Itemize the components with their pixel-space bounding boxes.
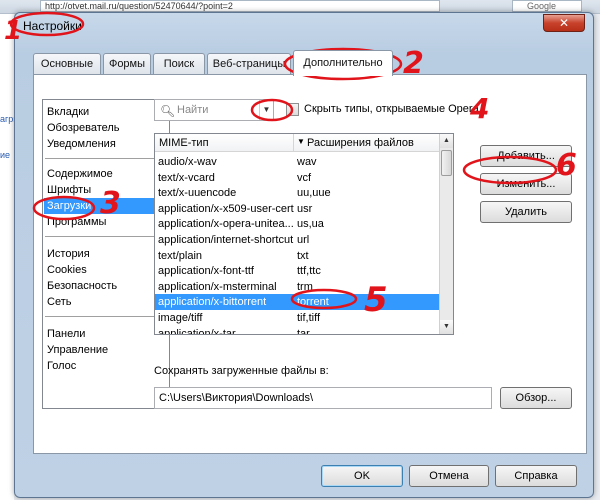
- download-path-input[interactable]: C:\Users\Виктория\Downloads\: [154, 387, 492, 409]
- ok-button[interactable]: OK: [321, 465, 403, 487]
- mime-type-cell: application/x-bittorrent: [158, 296, 267, 309]
- table-row[interactable]: application/internet-shortcut url: [155, 232, 441, 248]
- mime-type-table[interactable]: MIME-тип Расширения файлов ▼ audio/x-wav…: [154, 133, 454, 335]
- annotation-number-6: 6: [556, 148, 577, 183]
- sidebar-item-fonts[interactable]: Шрифты: [47, 182, 91, 198]
- tab-advanced[interactable]: Дополнительно: [293, 50, 393, 76]
- help-button[interactable]: Справка: [495, 465, 577, 487]
- hide-types-checkbox[interactable]: [286, 103, 299, 116]
- table-row[interactable]: application/x-bittorrent torrent: [155, 294, 441, 311]
- mime-type-cell: text/plain: [158, 249, 203, 262]
- sidebar-divider: [45, 236, 167, 237]
- sidebar-item-security[interactable]: Безопасность: [47, 278, 117, 294]
- tab-general[interactable]: Основные: [33, 53, 101, 75]
- chevron-down-icon[interactable]: ▼: [259, 100, 273, 120]
- sidebar-item-notifications[interactable]: Уведомления: [47, 136, 116, 152]
- browser-search-box[interactable]: Google: [512, 0, 582, 12]
- extension-cell: uu,uue: [297, 187, 331, 200]
- annotation-number-3: 3: [100, 186, 121, 221]
- settings-dialog: Настройки ✕ Основные Формы Поиск Веб-стр…: [14, 12, 594, 498]
- mime-search-field[interactable]: 🔍︎ Найти ▼: [154, 99, 274, 121]
- window-title: Настройки: [23, 19, 82, 33]
- sidebar-item-history[interactable]: История: [47, 246, 90, 262]
- annotation-number-1: 1: [4, 16, 23, 46]
- mime-type-cell: audio/x-wav: [158, 156, 217, 168]
- sidebar-divider: [45, 316, 167, 317]
- extension-cell: txt: [297, 249, 309, 262]
- table-row[interactable]: audio/x-wav wav: [155, 154, 441, 170]
- extension-cell: tif,tiff: [297, 312, 321, 324]
- mime-type-cell: application/x-opera-unitea...: [158, 218, 294, 231]
- tab-webpages[interactable]: Веб-страницы: [207, 53, 291, 75]
- column-header-extensions[interactable]: Расширения файлов: [307, 137, 414, 149]
- extension-cell: url: [297, 234, 310, 246]
- table-header: MIME-тип Расширения файлов ▼: [155, 134, 441, 152]
- column-header-mime[interactable]: MIME-тип: [159, 137, 209, 149]
- extension-cell: ttf,ttc: [297, 265, 321, 278]
- sidebar-item-network[interactable]: Сеть: [47, 294, 71, 310]
- sidebar-item-shortcuts[interactable]: Управление: [47, 342, 108, 358]
- browse-button[interactable]: Обзор...: [500, 387, 572, 409]
- table-row[interactable]: text/x-uuencode uu,uue: [155, 185, 441, 201]
- scrollbar-thumb[interactable]: [441, 150, 452, 176]
- table-row[interactable]: image/tiff tif,tiff: [155, 310, 441, 326]
- mime-type-cell: text/x-uuencode: [158, 187, 237, 200]
- search-icon: 🔍︎: [160, 104, 176, 118]
- table-row[interactable]: application/x-opera-unitea... us,ua: [155, 216, 441, 232]
- hide-types-label[interactable]: Скрыть типы, открываемые Opera: [304, 103, 479, 115]
- cancel-button[interactable]: Отмена: [409, 465, 489, 487]
- close-button[interactable]: ✕: [543, 14, 585, 32]
- mime-type-cell: application/x-x509-user-cert: [158, 202, 294, 215]
- settings-category-list[interactable]: Вкладки Обозреватель Уведомления Содержи…: [42, 99, 170, 409]
- extension-cell: vcf: [297, 171, 312, 184]
- mime-type-cell: application/x-tar: [158, 327, 236, 335]
- close-icon: ✕: [558, 16, 570, 30]
- table-row[interactable]: application/x-x509-user-cert usr: [155, 201, 441, 217]
- tab-forms[interactable]: Формы: [103, 53, 151, 75]
- extension-cell: torrent: [297, 296, 329, 309]
- address-bar[interactable]: http://otvet.mail.ru/question/52470644/?…: [40, 0, 440, 12]
- annotation-number-4: 4: [470, 92, 490, 125]
- annotation-number-5: 5: [364, 280, 388, 320]
- extension-cell: trm: [297, 280, 313, 293]
- table-scrollbar[interactable]: ▲ ▼: [439, 134, 453, 334]
- sidebar-item-browsing[interactable]: Обозреватель: [47, 120, 120, 136]
- tab-panel-advanced: Вкладки Обозреватель Уведомления Содержи…: [33, 74, 587, 454]
- sidebar-item-content[interactable]: Содержимое: [47, 166, 113, 182]
- extension-cell: usr: [297, 202, 313, 215]
- annotation-number-2: 2: [403, 46, 424, 81]
- sidebar-item-cookies[interactable]: Cookies: [47, 262, 87, 278]
- scroll-down-icon[interactable]: ▼: [440, 320, 453, 334]
- table-row[interactable]: application/x-font-ttf ttf,ttc: [155, 263, 441, 279]
- extension-cell: tar: [297, 327, 310, 335]
- sidebar-item-tabs[interactable]: Вкладки: [47, 104, 89, 120]
- sort-arrow-icon: ▼: [297, 137, 305, 146]
- extension-cell: us,ua: [297, 218, 324, 231]
- tab-search[interactable]: Поиск: [153, 53, 205, 75]
- delete-button[interactable]: Удалить: [480, 201, 572, 223]
- column-divider[interactable]: [293, 134, 294, 152]
- sidebar-divider: [45, 158, 167, 159]
- table-row[interactable]: text/x-vcard vcf: [155, 170, 441, 186]
- mime-type-cell: image/tiff: [158, 312, 203, 324]
- title-bar: Настройки ✕: [15, 13, 593, 39]
- search-placeholder: Найти: [177, 104, 209, 116]
- table-row[interactable]: application/x-tar tar: [155, 326, 441, 335]
- save-location-label: Сохранять загруженные файлы в:: [154, 365, 329, 377]
- mime-type-cell: application/x-font-ttf: [158, 265, 254, 278]
- table-row[interactable]: text/plain txt: [155, 248, 441, 264]
- table-row[interactable]: application/x-msterminal trm: [155, 279, 441, 295]
- mime-type-cell: text/x-vcard: [158, 171, 215, 184]
- scroll-up-icon[interactable]: ▲: [440, 134, 453, 148]
- sidebar-item-voice[interactable]: Голос: [47, 358, 76, 374]
- background-link[interactable]: ие: [0, 150, 10, 160]
- sidebar-item-programs[interactable]: Программы: [47, 214, 106, 230]
- extension-cell: wav: [297, 156, 317, 168]
- sidebar-item-toolbars[interactable]: Панели: [47, 326, 85, 342]
- background-page: агры ие: [0, 14, 20, 500]
- mime-type-cell: application/internet-shortcut: [158, 234, 294, 246]
- mime-type-cell: application/x-msterminal: [158, 280, 277, 293]
